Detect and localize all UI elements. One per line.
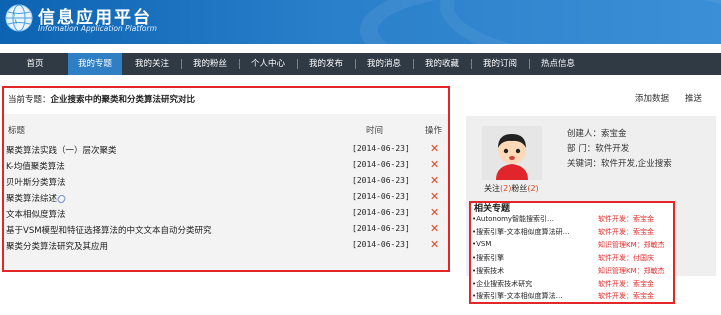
related-item-category: 软件开发：索宝金 (598, 292, 654, 300)
paperclip-icon (56, 193, 67, 204)
table-row: K-均值聚类算法 [2014-06-23] ✕ (6, 158, 446, 174)
row-date: [2014-06-23] (352, 208, 410, 217)
row-title-link[interactable]: 贝叶斯分类算法 (6, 176, 66, 188)
row-date: [2014-06-23] (352, 144, 410, 153)
related-item-category: 软件开发：付国庆 (598, 254, 654, 262)
row-date: [2014-06-23] (352, 176, 410, 185)
nav-item-subscriptions[interactable]: 我的订阅 (472, 53, 528, 75)
row-date: [2014-06-23] (352, 224, 410, 233)
follow-stats: 关注(2)粉丝(2) (484, 183, 539, 194)
row-date: [2014-06-23] (352, 240, 410, 249)
table-row: 聚类分类算法研究及其应用 [2014-06-23] ✕ (6, 238, 446, 254)
push-link[interactable]: 推送 (685, 92, 702, 104)
table-row: 聚类算法综述 [2014-06-23] ✕ (6, 190, 446, 206)
row-title-link[interactable]: 基于VSM模型和特征选择算法的中文文本自动分类研究 (6, 224, 212, 236)
related-item-link[interactable]: •搜索技术 (472, 266, 504, 276)
related-item-category: 软件开发：索宝金 (598, 280, 654, 288)
row-title-link[interactable]: 文本相似度算法 (6, 208, 66, 220)
app-subtitle: Infomation Application Platform (38, 24, 157, 33)
related-item-link[interactable]: •搜索引擎 (472, 253, 504, 263)
nav-item-favorites[interactable]: 我的收藏 (414, 53, 470, 75)
fans-label[interactable]: 粉丝 (511, 184, 527, 193)
follow-label[interactable]: 关注 (484, 184, 500, 193)
related-item: •搜索引擎-文本相似度算法… 软件开发：索宝金 (472, 291, 672, 304)
close-icon[interactable]: ✕ (430, 190, 439, 203)
related-item: •搜索技术 知识管理KM：郑敏杰 (472, 266, 672, 279)
current-topic-label: 当前专题： (8, 95, 51, 105)
row-date: [2014-06-23] (352, 192, 410, 201)
follow-count: (2) (500, 184, 512, 193)
related-item: •搜索引擎-文本相似度算法研… 软件开发：索宝金 (472, 227, 672, 240)
row-title-link[interactable]: 聚类分类算法研究及其应用 (6, 240, 108, 252)
app-header: 信息应用平台 Infomation Application Platform (0, 0, 721, 44)
column-header-actions: 操作 (425, 126, 443, 136)
table-row: 贝叶斯分类算法 [2014-06-23] ✕ (6, 174, 446, 190)
close-icon[interactable]: ✕ (430, 174, 439, 187)
close-icon[interactable]: ✕ (430, 142, 439, 155)
close-icon[interactable]: ✕ (430, 158, 439, 171)
row-title-link[interactable]: 聚类算法综述 (6, 192, 67, 204)
row-title-link[interactable]: 聚类算法实践（一）层次聚类 (6, 144, 117, 156)
table-row: 文本相似度算法 [2014-06-23] ✕ (6, 206, 446, 222)
current-topic: 当前专题：企业搜索中的聚类和分类算法研究对比 (8, 93, 195, 105)
globe-icon (5, 4, 33, 32)
row-title-text: 聚类算法综述 (6, 194, 58, 204)
related-item-link[interactable]: •搜索引擎-文本相似度算法研… (472, 227, 570, 237)
avatar (482, 126, 542, 180)
related-topics-title: 相关专题 (474, 204, 511, 214)
creator-info: 创建人：索宝金 (567, 129, 627, 139)
related-item-link[interactable]: •搜索引擎-文本相似度算法… (472, 291, 563, 301)
column-header-time: 时间 (366, 126, 384, 136)
related-item: •VSM 知识管理KM：郑敏杰 (472, 240, 672, 253)
table-row: 聚类算法实践（一）层次聚类 [2014-06-23] ✕ (6, 142, 446, 158)
nav-item-fans[interactable]: 我的粉丝 (182, 53, 238, 75)
row-date: [2014-06-23] (352, 160, 410, 169)
related-item-category: 知识管理KM：郑敏杰 (598, 267, 665, 275)
nav-item-messages[interactable]: 我的消息 (356, 53, 412, 75)
table-row: 基于VSM模型和特征选择算法的中文文本自动分类研究 [2014-06-23] ✕ (6, 222, 446, 238)
department-info: 部 门：软件开发 (567, 144, 630, 154)
header-decoration-2 (440, 0, 721, 44)
close-icon[interactable]: ✕ (430, 206, 439, 219)
keywords-info: 关键词：软件开发,企业搜索 (567, 159, 672, 169)
related-item-category: 软件开发：索宝金 (598, 215, 654, 223)
related-item-category: 知识管理KM：郑敏杰 (598, 241, 665, 249)
related-item-link[interactable]: •Autonomy智能搜索引… (472, 214, 554, 224)
fans-count: (2) (527, 184, 539, 193)
related-item-link[interactable]: •企业搜索技术研究 (472, 279, 532, 289)
related-item-category: 软件开发：索宝金 (598, 228, 654, 236)
column-header-title: 标题 (8, 126, 26, 136)
related-item: •搜索引擎 软件开发：付国庆 (472, 253, 672, 266)
row-title-link[interactable]: K-均值聚类算法 (6, 160, 65, 172)
nav-item-following[interactable]: 我的关注 (124, 53, 180, 75)
add-data-link[interactable]: 添加数据 (635, 92, 669, 104)
main-nav: 首页 我的专题 我的关注 我的粉丝 个人中心 我的发布 我的消息 我的收藏 我的… (0, 53, 721, 75)
related-item-link[interactable]: •VSM (472, 240, 491, 248)
nav-item-my-topics[interactable]: 我的专题 (68, 53, 122, 75)
cartoon-avatar-icon (482, 126, 542, 180)
current-topic-value: 企业搜索中的聚类和分类算法研究对比 (50, 95, 196, 105)
related-item: •Autonomy智能搜索引… 软件开发：索宝金 (472, 214, 672, 227)
nav-item-home[interactable]: 首页 (4, 53, 66, 75)
close-icon[interactable]: ✕ (430, 222, 439, 235)
nav-item-personal-center[interactable]: 个人中心 (240, 53, 296, 75)
nav-item-my-posts[interactable]: 我的发布 (298, 53, 354, 75)
nav-item-hot-info[interactable]: 热点信息 (530, 53, 586, 75)
close-icon[interactable]: ✕ (430, 238, 439, 251)
